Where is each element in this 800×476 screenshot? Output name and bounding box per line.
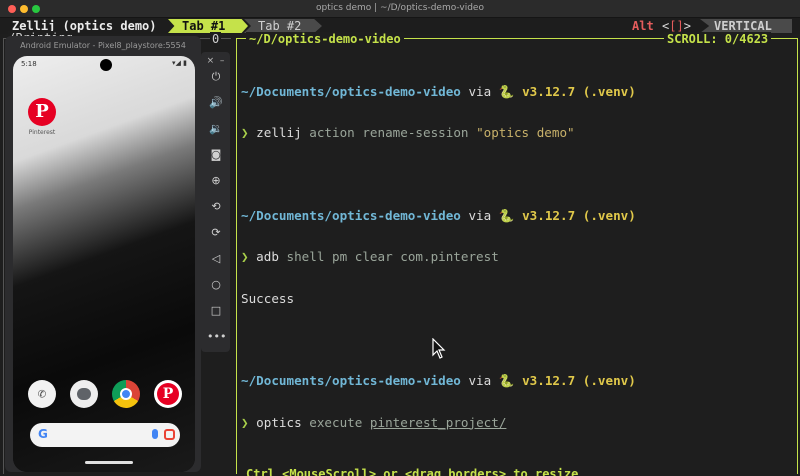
output-line: Success (241, 290, 793, 306)
lens-icon[interactable] (164, 429, 175, 440)
python-icon: 🐍 (498, 207, 515, 223)
cwd-path: ~/Documents/optics-demo-video (241, 83, 461, 99)
command-args: execute (301, 414, 370, 430)
tab-2[interactable]: Tab #2 (244, 19, 322, 33)
terminal-output: ~/Documents/optics-demo-video via 🐍 v3.1… (241, 57, 793, 443)
home-gesture-bar[interactable] (85, 461, 133, 464)
scroll-indicator: SCROLL: 0/4623 (664, 32, 772, 46)
volume-up-icon[interactable]: 🔊 (207, 94, 225, 112)
chrome-app-icon[interactable] (112, 380, 140, 408)
phone-app-icon[interactable]: ✆ (28, 380, 56, 408)
prompt-line: ~/Documents/optics-demo-video via 🐍 v3.1… (241, 207, 793, 223)
command-name: zellij (256, 124, 302, 140)
mouse-cursor-icon (432, 338, 446, 359)
alt-bracket-close: > (683, 19, 691, 33)
close-icon[interactable]: × (207, 56, 215, 66)
cwd-path: ~/Documents/optics-demo-video (241, 373, 461, 389)
alt-mode-label: Alt (632, 19, 654, 33)
cwd-path: ~/Documents/optics-demo-video (241, 207, 461, 223)
messages-app-icon[interactable] (70, 380, 98, 408)
chrome-icon (120, 388, 132, 400)
pinterest-app-icon[interactable]: P (28, 98, 56, 126)
resize-hint: Ctrl <MouseScroll> or <drag borders> to … (246, 467, 579, 476)
pinterest-logo-icon: P (157, 383, 179, 405)
android-emulator-window[interactable]: Android Emulator - Pixel8_playstore:5554… (5, 36, 201, 472)
command-string: "optics demo" (476, 124, 575, 140)
python-version: v3.12.7 (.venv) (514, 83, 636, 99)
emulator-window-controls: × – (201, 56, 230, 66)
via-text: via (460, 83, 499, 99)
python-version: v3.12.7 (.venv) (514, 373, 636, 389)
python-icon: 🐍 (498, 373, 515, 389)
python-icon: 🐍 (498, 83, 515, 99)
tab-1[interactable]: Tab #1 (168, 19, 248, 33)
alt-bracket-inner: [] (669, 19, 684, 33)
zoom-icon[interactable]: ⊕ (207, 172, 225, 190)
message-bubble-icon (77, 388, 91, 400)
pinterest-logo-icon: P (35, 101, 49, 122)
window-title: optics demo | ~/D/optics-demo-video (316, 3, 484, 13)
command-line[interactable]: ❯ optics execute pinterest_project/ (241, 414, 793, 430)
phone-screen[interactable]: 5:18 ▾◢ ▮ P Pinterest ✆ P G (13, 56, 195, 472)
via-text: via (460, 373, 499, 389)
power-icon[interactable]: ⏻ (207, 68, 225, 86)
command-name: optics (256, 414, 302, 430)
rotate-right-icon[interactable]: ⟳ (207, 224, 225, 242)
left-pane-scroll: 0 (210, 32, 222, 46)
overview-icon[interactable]: □ (207, 302, 225, 320)
back-icon[interactable]: ◁ (207, 250, 225, 268)
more-icon[interactable]: ••• (207, 328, 226, 346)
via-text: via (460, 207, 499, 223)
status-time: 5:18 (21, 60, 37, 68)
home-icon[interactable]: ○ (207, 276, 225, 294)
camera-cutout (100, 59, 112, 71)
window-titlebar: optics demo | ~/D/optics-demo-video (0, 0, 800, 18)
command-output: Success (241, 290, 295, 306)
prompt-chevron-icon: ❯ (241, 124, 257, 140)
minimize-icon[interactable]: – (220, 56, 225, 66)
prompt-chevron-icon: ❯ (241, 249, 257, 265)
status-icons: ▾◢ ▮ (172, 59, 187, 67)
python-version: v3.12.7 (.venv) (514, 207, 636, 223)
emulator-title: Android Emulator - Pixel8_playstore:5554 (20, 41, 186, 50)
camera-icon[interactable]: ◙ (207, 146, 225, 164)
emulator-controls: × – ⏻ 🔊 🔉 ◙ ⊕ ⟲ ⟳ ◁ ○ □ ••• (201, 52, 230, 352)
command-args: action rename-session (301, 124, 477, 140)
command-line: ❯ adb shell pm clear com.pinterest (241, 250, 793, 264)
volume-down-icon[interactable]: 🔉 (207, 120, 225, 138)
mic-icon[interactable] (152, 429, 158, 439)
command-args: shell pm clear com.pinterest (278, 249, 499, 265)
pinterest-dock-icon[interactable]: P (154, 380, 182, 408)
pinterest-app-label: Pinterest (28, 129, 56, 136)
mode-indicator: VERTICAL (700, 19, 792, 33)
prompt-line: ~/Documents/optics-demo-video via 🐍 v3.1… (241, 83, 793, 99)
phone-icon: ✆ (37, 386, 47, 402)
google-search-bar[interactable]: G (30, 423, 180, 447)
prompt-chevron-icon: ❯ (241, 414, 257, 430)
command-line: ❯ zellij action rename-session "optics d… (241, 126, 793, 140)
command-name: adb (256, 249, 279, 265)
pane-title: ~/D/optics-demo-video (246, 32, 404, 46)
google-g-icon: G (38, 427, 48, 441)
prompt-line: ~/Documents/optics-demo-video via 🐍 v3.1… (241, 374, 793, 388)
rotate-left-icon[interactable]: ⟲ (207, 198, 225, 216)
path-link[interactable]: pinterest_project/ (370, 415, 506, 430)
